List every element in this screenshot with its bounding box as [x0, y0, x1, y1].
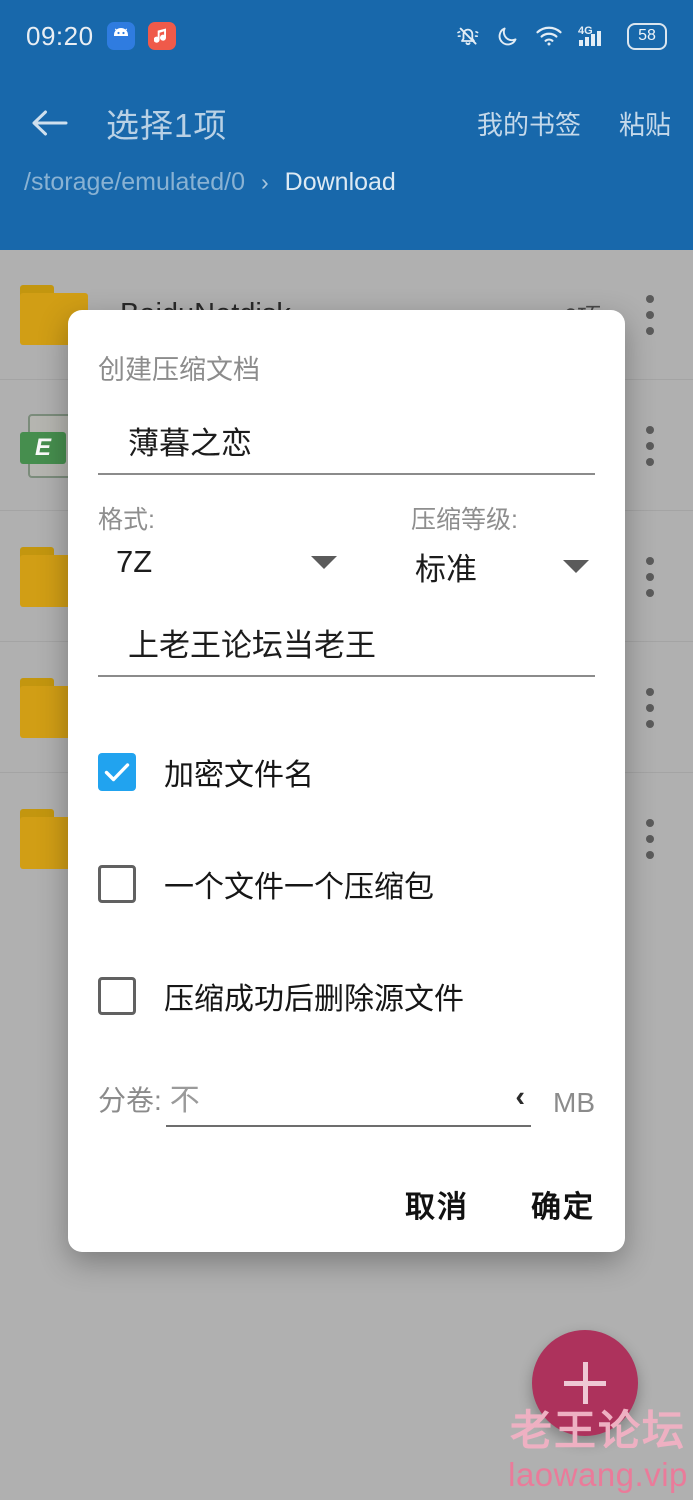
page-title: 选择1项 [106, 107, 228, 144]
split-volume-value: 不 [169, 1084, 200, 1117]
password-field[interactable]: 上老王论坛当老王 [98, 620, 595, 677]
app-bar: 选择1项 我的书签 粘贴 /storage/emulated/0 › Downl… [0, 72, 693, 250]
svg-text:4G: 4G [578, 25, 593, 37]
selector-row: 格式: 7Z 压缩等级: 标准 [98, 500, 595, 589]
chevron-right-icon: › [260, 169, 269, 195]
android-robot-icon [106, 22, 135, 50]
compression-level-label: 压缩等级: [411, 506, 518, 534]
do-not-disturb-moon-icon [496, 24, 520, 48]
compression-level-selector-row[interactable]: 标准 [343, 544, 595, 589]
checkbox-unchecked-icon[interactable] [98, 977, 136, 1015]
checkbox-label: 一个文件一个压缩包 [164, 871, 434, 904]
compression-level-value: 标准 [415, 552, 477, 587]
split-volume-input[interactable]: 不 ‹ [165, 1075, 531, 1127]
status-bar: 09:20 4G 58 [0, 0, 693, 72]
checkbox-label: 压缩成功后删除源文件 [164, 983, 464, 1016]
status-bar-left: 09:20 [26, 21, 176, 52]
battery-indicator: 58 [627, 22, 667, 50]
create-archive-dialog: 创建压缩文档 薄暮之恋 格式: 7Z 压缩等级: 标准 上老王论坛当老王 加密文… [68, 310, 625, 1252]
split-volume-unit: MB [553, 1087, 595, 1118]
confirm-button[interactable]: 确定 [531, 1182, 595, 1226]
chevron-down-icon[interactable] [311, 555, 337, 569]
checkbox-one-archive-per-file[interactable]: 一个文件一个压缩包 [98, 862, 595, 906]
paste-button[interactable]: 粘贴 [619, 105, 671, 142]
dialog-actions: 取消 确定 [405, 1182, 595, 1226]
my-bookmarks-button[interactable]: 我的书签 [477, 105, 581, 142]
format-value: 7Z [116, 544, 153, 579]
dialog-title: 创建压缩文档 [98, 355, 260, 385]
format-selector[interactable]: 格式: 7Z [98, 500, 343, 589]
cancel-button[interactable]: 取消 [405, 1182, 469, 1226]
status-bar-right: 4G 58 [455, 22, 667, 50]
notifications-muted-icon [455, 23, 481, 49]
back-arrow-icon[interactable] [22, 95, 78, 151]
format-selector-row[interactable]: 7Z [98, 544, 343, 580]
split-volume-row: 分卷: 不 ‹ MB [98, 1075, 595, 1127]
chevron-down-icon[interactable] [563, 560, 589, 573]
breadcrumb: /storage/emulated/0 › Download [24, 168, 396, 197]
compression-level-selector[interactable]: 压缩等级: 标准 [343, 500, 595, 589]
breadcrumb-leaf[interactable]: Download [285, 168, 396, 197]
archive-name-field[interactable]: 薄暮之恋 [98, 418, 595, 475]
breadcrumb-root[interactable]: /storage/emulated/0 [24, 168, 245, 197]
app-bar-row: 选择1项 我的书签 粘贴 [0, 86, 693, 160]
checkbox-delete-source-after-compress[interactable]: 压缩成功后删除源文件 [98, 974, 595, 1018]
split-volume-label: 分卷: [98, 1085, 162, 1116]
checkbox-checked-icon[interactable] [98, 753, 136, 791]
format-label: 格式: [98, 506, 155, 534]
phone-screen: 09:20 4G 58 选择1项 我的书签 粘贴 /storage/emulat… [0, 0, 693, 1500]
wifi-icon [535, 24, 563, 48]
cellular-4g-icon: 4G [578, 23, 612, 49]
password-value: 上老王论坛当老王 [128, 628, 376, 663]
archive-name-value: 薄暮之恋 [128, 426, 252, 461]
app-bar-actions: 我的书签 粘贴 [477, 105, 671, 142]
status-clock: 09:20 [26, 20, 94, 51]
chevron-left-icon[interactable]: ‹ [515, 1081, 531, 1114]
checkbox-unchecked-icon[interactable] [98, 865, 136, 903]
music-note-icon [147, 22, 176, 50]
checkbox-label: 加密文件名 [164, 759, 314, 792]
checkbox-encrypt-filenames[interactable]: 加密文件名 [98, 750, 595, 794]
